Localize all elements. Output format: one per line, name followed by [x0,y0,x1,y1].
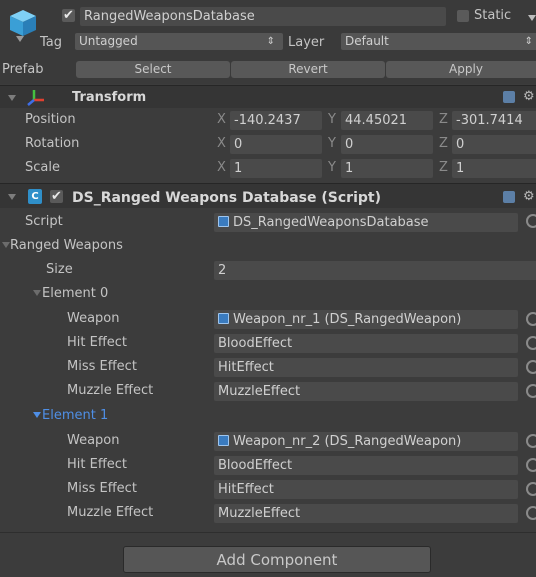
static-dropdown-arrow[interactable] [528,15,536,21]
element-0-foldout-arrow-icon[interactable] [33,290,41,296]
element-0-weapon-label: Weapon [67,311,120,326]
element-1-hit-effect-field[interactable]: BloodEffect [214,456,518,475]
element-1-miss-effect-field[interactable]: HitEffect [214,480,518,499]
prefab-label: Prefab [2,62,44,77]
static-checkbox[interactable] [457,10,469,22]
position-z-axis-label[interactable]: Z [439,110,448,130]
scale-x-axis-label[interactable]: X [217,158,226,178]
object-picker-icon[interactable] [526,214,536,228]
scale-z-field[interactable]: 1 [452,159,536,178]
element-0-weapon-field[interactable]: Weapon_nr_1 (DS_RangedWeapon) [214,310,518,329]
size-field[interactable]: 2 [214,261,536,280]
scale-label: Scale [25,160,60,175]
position-y-axis-label[interactable]: Y [328,110,336,130]
help-book-icon[interactable] [503,191,515,203]
active-checkmark-icon: ✔ [63,8,74,23]
prefab-apply-button[interactable]: Apply [386,61,536,78]
script-label: Script [25,214,63,229]
tag-label: Tag [40,35,63,50]
tag-dropdown[interactable]: Untagged ⇕ [75,33,283,50]
csharp-script-icon: C [28,189,42,204]
position-z-field[interactable]: -301.7414 [452,111,536,130]
position-x-axis-label[interactable]: X [217,110,226,130]
object-picker-icon[interactable] [526,360,536,374]
object-picker-icon[interactable] [526,336,536,350]
icon-dropdown-arrow[interactable] [16,36,24,42]
element-1-weapon-value: Weapon_nr_2 (DS_RangedWeapon) [233,434,462,449]
element-0-muzzle-effect-label: Muzzle Effect [67,383,154,398]
separator [0,532,536,533]
size-label: Size [46,262,73,277]
scale-y-field[interactable]: 1 [341,159,433,178]
prefab-select-button[interactable]: Select [76,61,230,78]
static-label[interactable]: Static [474,6,511,26]
element-1-foldout-arrow-icon[interactable] [33,412,41,418]
prefab-revert-button[interactable]: Revert [231,61,385,78]
rotation-z-axis-label[interactable]: Z [439,134,448,154]
script-component-title: DS_Ranged Weapons Database (Script) [72,190,381,206]
layer-value: Default [345,34,389,48]
script-enabled-checkmark-icon: ✔ [51,189,62,204]
element-1-weapon-field[interactable]: Weapon_nr_2 (DS_RangedWeapon) [214,432,518,451]
rotation-y-axis-label[interactable]: Y [328,134,336,154]
scale-y-axis-label[interactable]: Y [328,158,336,178]
position-y-field[interactable]: 44.45021 [341,111,433,130]
transform-axes-icon [27,90,44,106]
scale-z-axis-label[interactable]: Z [439,158,448,178]
object-name-field[interactable]: RangedWeaponsDatabase [80,7,446,26]
object-picker-icon[interactable] [526,482,536,496]
help-book-icon[interactable] [503,91,515,103]
layer-label: Layer [288,35,325,50]
script-foldout-arrow-icon[interactable] [8,194,16,200]
transform-title: Transform [72,90,147,105]
ranged-weapons-label[interactable]: Ranged Weapons [10,236,123,256]
element-0-weapon-value: Weapon_nr_1 (DS_RangedWeapon) [233,312,462,327]
object-picker-icon[interactable] [526,506,536,520]
element-0-hit-effect-field[interactable]: BloodEffect [214,334,518,353]
scale-x-field[interactable]: 1 [230,159,322,178]
element-1-label[interactable]: Element 1 [42,406,108,426]
ranged-weapons-foldout-arrow-icon[interactable] [2,242,10,248]
rotation-x-field[interactable]: 0 [230,135,322,154]
rotation-y-field[interactable]: 0 [341,135,433,154]
element-1-miss-effect-label: Miss Effect [67,481,137,496]
element-0-miss-effect-field[interactable]: HitEffect [214,358,518,377]
rotation-x-axis-label[interactable]: X [217,134,226,154]
rotation-z-field[interactable]: 0 [452,135,536,154]
element-1-weapon-label: Weapon [67,433,120,448]
script-asset-icon [218,216,229,227]
script-reference-value: DS_RangedWeaponsDatabase [233,215,429,230]
object-picker-icon[interactable] [526,434,536,448]
object-picker-icon[interactable] [526,458,536,472]
gameobject-cube-icon [10,10,36,36]
position-label: Position [25,112,76,127]
element-0-muzzle-effect-field[interactable]: MuzzleEffect [214,382,518,401]
layer-dropdown[interactable]: Default ⇕ [341,33,536,50]
tag-value: Untagged [79,34,138,48]
add-component-button[interactable]: Add Component [123,546,431,573]
transform-foldout-arrow-icon[interactable] [8,95,16,101]
weapon-asset-icon [218,435,229,446]
rotation-label: Rotation [25,136,80,151]
object-picker-icon[interactable] [526,312,536,326]
element-0-miss-effect-label: Miss Effect [67,359,137,374]
gear-icon[interactable]: ⚙ [523,90,535,103]
element-0-label[interactable]: Element 0 [42,284,108,304]
layer-dropdown-arrow-icon: ⇕ [524,36,533,47]
tag-dropdown-arrow-icon: ⇕ [266,36,275,47]
element-1-muzzle-effect-field[interactable]: MuzzleEffect [214,504,518,523]
script-reference-field[interactable]: DS_RangedWeaponsDatabase [214,213,518,232]
element-0-hit-effect-label: Hit Effect [67,335,128,350]
element-1-muzzle-effect-label: Muzzle Effect [67,505,154,520]
position-x-field[interactable]: -140.2437 [230,111,322,130]
object-picker-icon[interactable] [526,384,536,398]
gear-icon[interactable]: ⚙ [523,190,535,203]
weapon-asset-icon [218,313,229,324]
element-1-hit-effect-label: Hit Effect [67,457,128,472]
